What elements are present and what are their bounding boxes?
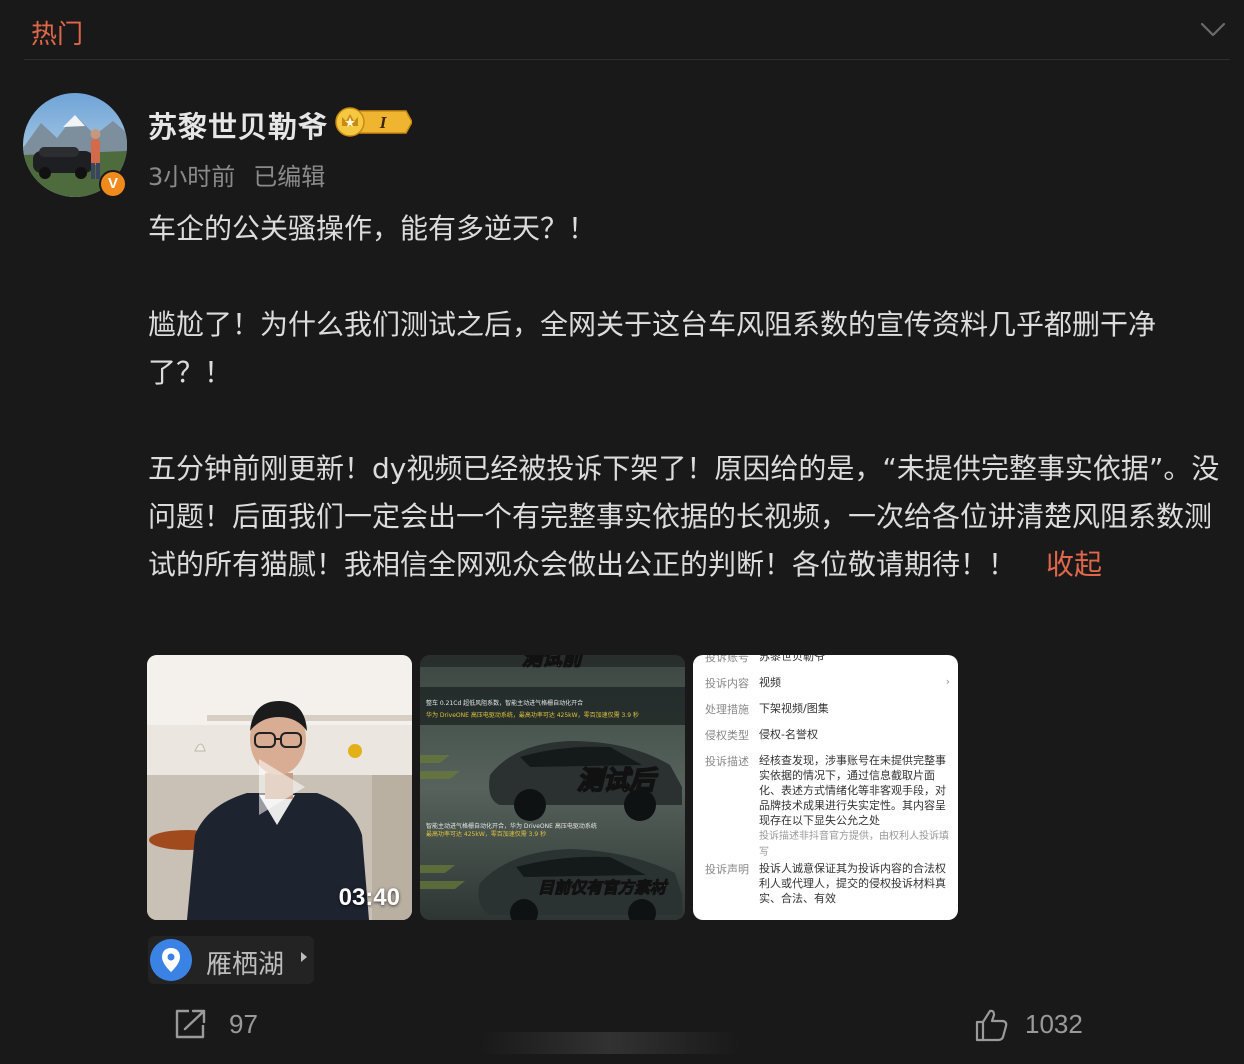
- complaint-row-label: 处理措施: [705, 703, 749, 716]
- post-meta: 3小时前 已编辑: [148, 157, 325, 192]
- loading-indicator: [480, 1032, 740, 1054]
- chevron-down-icon[interactable]: [1198, 14, 1228, 44]
- like-count: 1032: [1025, 1009, 1083, 1039]
- video-thumbnail[interactable]: 03:40: [147, 655, 412, 920]
- spec-line: 最高功率可达 425kW，零百加速仅需 3.9 秒: [426, 830, 546, 838]
- spec-line: 整车 0.21Cd 超低风阻系数，智能主动进气格栅自动化开合: [426, 699, 583, 707]
- spec-line: 华为 DriveONE 高压电驱动系统，最高功率可达 425kW，零百加速仅需 …: [426, 711, 639, 719]
- post-paragraph: 尴尬了！为什么我们测试之后，全网关于这台车风阻系数的宣传资料几乎都删干净了？！: [148, 308, 1157, 389]
- complaint-note: 投诉描述非抖音官方提供，由权利人投诉填写: [759, 831, 949, 858]
- caption-official-only: 目前仅有官方素材: [538, 878, 669, 897]
- play-icon[interactable]: [255, 755, 309, 819]
- complaint-row-value: 侵权-名誉权: [759, 728, 818, 741]
- post-time: 3小时前: [148, 163, 236, 191]
- complaint-row-label: 投诉描述: [705, 755, 749, 768]
- complaint-row-value: 下架视频/图集: [759, 702, 829, 715]
- complaint-row-label: 投诉声明: [705, 863, 749, 876]
- chevron-right-icon: [301, 952, 307, 962]
- location-pin-icon: [150, 939, 192, 981]
- spec-line: 智能主动进气格栅自动化开合，华为 DriveONE 高压电驱动系统: [426, 822, 597, 830]
- chevron-right-icon: ›: [945, 675, 950, 688]
- author-name[interactable]: 苏黎世贝勒爷: [148, 104, 328, 146]
- thumbs-up-icon: [975, 1009, 1008, 1042]
- complaint-row-value: 视频: [759, 676, 781, 689]
- post-paragraph: 五分钟前刚更新！dy视频已经被投诉下架了！原因给的是，“未提供完整事实依据”。没…: [148, 445, 1234, 589]
- share-icon: [175, 1009, 206, 1039]
- complaint-row-label: 侵权类型: [705, 729, 749, 742]
- location-chip[interactable]: 雁栖湖: [148, 936, 314, 984]
- share-count: 97: [229, 1009, 258, 1039]
- caption-before: 测试前: [522, 655, 585, 670]
- complaint-row-value: 经核查发现，涉事账号在未提供完整事实依据的情况下，通过信息截取片面化、表述方式情…: [759, 753, 949, 860]
- complaint-row-label: 投诉账号: [705, 655, 749, 664]
- verified-icon: V: [99, 170, 127, 198]
- car-comparison-graphic: 测试前 整车 0.21Cd 超低风阻系数，智能主动进气格栅自动化开合 华为 Dr…: [420, 655, 685, 920]
- complaint-description: 经核查发现，涉事账号在未提供完整事实依据的情况下，通过信息截取片面化、表述方式情…: [759, 754, 946, 827]
- top-bar: 热门: [0, 0, 1244, 60]
- post-body: 车企的公关骚操作，能有多逆天？！ 尴尬了！为什么我们测试之后，全网关于这台车风阻…: [148, 205, 1234, 589]
- complaint-row-value: 投诉人诚意保证其为投诉内容的合法权利人或代理人，提交的侵权投诉材料真实、合法、有…: [759, 862, 946, 905]
- video-duration: 03:40: [338, 884, 400, 911]
- tab-hot[interactable]: 热门: [31, 14, 83, 51]
- collapse-link[interactable]: 收起: [1046, 548, 1102, 581]
- complaint-row-value: 苏黎世贝勒爷: [759, 655, 825, 663]
- complaint-row-label: 投诉内容: [705, 677, 749, 690]
- caption-after: 测试后: [577, 766, 659, 796]
- image-car-comparison[interactable]: 测试前 整车 0.21Cd 超低风阻系数，智能主动进气格栅自动化开合 华为 Dr…: [420, 655, 685, 920]
- divider: [24, 59, 1230, 60]
- edited-label[interactable]: 已编辑: [253, 163, 325, 191]
- location-label: 雁栖湖: [206, 950, 285, 980]
- image-complaint-document[interactable]: 投诉账号 苏黎世贝勒爷 投诉内容 视频 › 处理措施 下架视频/图集 侵权类型 …: [693, 655, 958, 920]
- crown-rank-icon[interactable]: I: [334, 106, 412, 138]
- post-paragraph: 车企的公关骚操作，能有多逆天？！: [148, 212, 597, 245]
